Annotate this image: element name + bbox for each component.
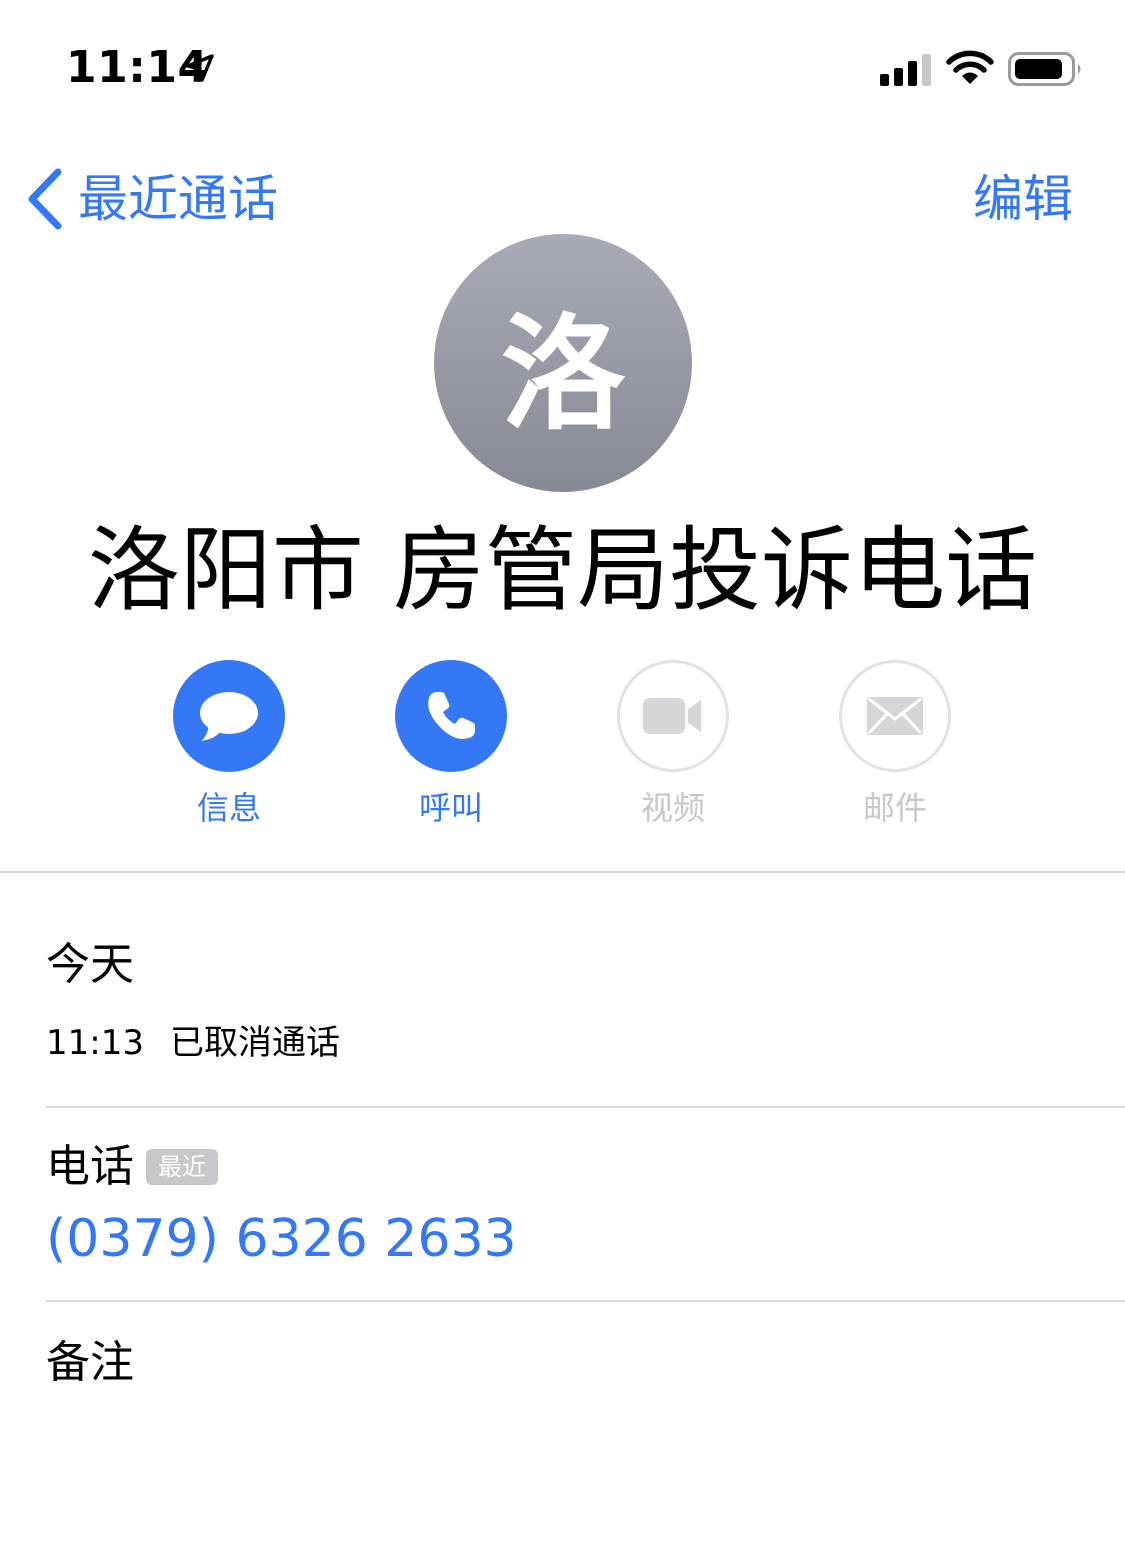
video-button-circle[interactable] [617,660,729,772]
back-button-label: 最近通话 [78,170,278,228]
battery-icon [1008,52,1081,86]
phone-number-link[interactable]: (0379) 6326 2633 [46,1206,517,1272]
chevron-left-icon [28,168,62,230]
mail-envelope-icon [867,697,923,735]
call-button-label: 呼叫 [418,789,483,827]
message-button-circle[interactable] [173,660,285,772]
phone-icon [428,692,475,739]
recent-call-entry: 11:13 已取消通话 [46,1020,340,1066]
phone-label: 电话 [46,1141,134,1192]
cellular-signal-icon [880,54,931,86]
video-camera-icon [643,698,701,734]
message-button[interactable]: 信息 [149,660,309,828]
edit-button[interactable]: 编辑 [973,166,1073,232]
message-bubble-icon [200,692,258,741]
avatar: 洛 [434,234,692,492]
wifi-icon [946,50,994,84]
mail-button-circle[interactable] [839,660,951,772]
message-button-label: 信息 [196,789,261,827]
status-bar: 11:14 [0,0,1125,120]
phone-label-row: 电话 最近 [46,1138,218,1196]
action-buttons: 信息 呼叫 视频 邮件 [0,660,1125,840]
row-divider [46,1300,1125,1302]
mail-button-label: 邮件 [862,789,927,827]
recents-heading: 今天 [46,939,134,990]
notes-field[interactable]: 备注 [46,1334,134,1392]
section-divider [0,871,1125,873]
location-arrow-icon [186,54,214,82]
video-button[interactable]: 视频 [593,660,753,828]
video-button-label: 视频 [640,789,705,827]
call-button-circle[interactable] [395,660,507,772]
contact-name: 洛阳市 房管局投诉电话 [87,517,1038,624]
mail-button[interactable]: 邮件 [815,660,975,828]
recent-badge: 最近 [146,1149,218,1185]
back-button[interactable]: 最近通话 [24,166,278,232]
row-divider [46,1106,1125,1108]
call-button[interactable]: 呼叫 [371,660,531,828]
recent-call-time: 11:13 [46,1023,144,1063]
recent-call-status: 已取消通话 [169,1023,340,1063]
